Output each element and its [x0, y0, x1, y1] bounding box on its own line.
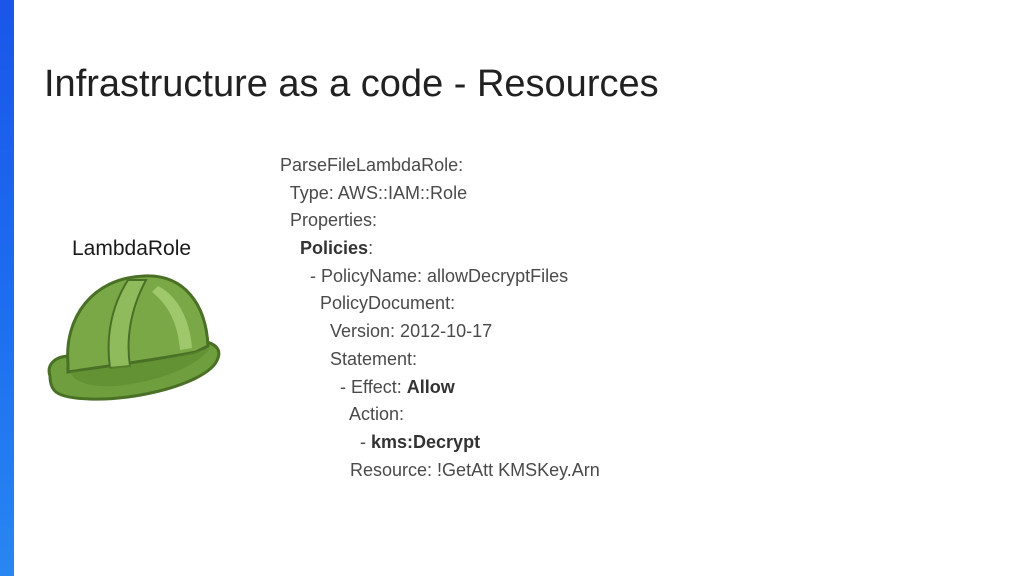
code-line: Properties:: [280, 207, 600, 235]
code-text: - Effect:: [340, 376, 407, 397]
code-text: Version: 2012-10-17: [330, 321, 493, 342]
code-line: ParseFileLambdaRole:: [280, 152, 600, 180]
code-text: PolicyDocument:: [320, 293, 456, 314]
cloudformation-code-block: ParseFileLambdaRole: Type: AWS::IAM::Rol…: [280, 152, 600, 484]
lambda-role-label: LambdaRole: [72, 237, 192, 260]
code-text: Resource: !GetAtt KMSKey.Arn: [350, 459, 600, 480]
code-text: Statement:: [330, 348, 418, 369]
code-line: Action:: [280, 401, 600, 429]
code-line: - kms:Decrypt: [280, 429, 600, 457]
code-line: Policies:: [280, 235, 600, 263]
code-line: - PolicyName: allowDecryptFiles: [280, 263, 600, 291]
hard-hat-icon: [47, 274, 221, 401]
code-text: Type: AWS::IAM::Role: [289, 182, 468, 203]
code-line: Statement:: [280, 346, 600, 374]
code-keyword: Policies: [300, 238, 369, 259]
code-line: Type: AWS::IAM::Role: [280, 180, 600, 208]
code-text: -: [360, 431, 372, 452]
code-text: - PolicyName: allowDecryptFiles: [310, 265, 569, 286]
slide-title: Infrastructure as a code - Resources: [44, 63, 659, 105]
code-text: Properties:: [290, 210, 378, 231]
code-line: - Effect: Allow: [280, 374, 600, 402]
code-line: Version: 2012-10-17: [280, 318, 600, 346]
code-line: PolicyDocument:: [280, 290, 600, 318]
code-text: Action:: [349, 404, 405, 425]
code-line: Resource: !GetAtt KMSKey.Arn: [280, 457, 600, 485]
code-text: ParseFileLambdaRole:: [280, 155, 464, 175]
accent-bar: [0, 0, 14, 576]
code-suffix: :: [368, 238, 374, 259]
code-keyword: Allow: [406, 376, 455, 397]
code-keyword: kms:Decrypt: [371, 431, 481, 452]
